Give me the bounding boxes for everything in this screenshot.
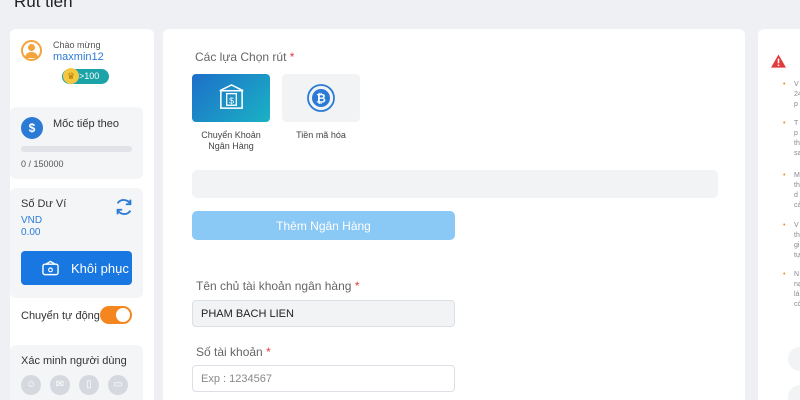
notice-bullet: • xyxy=(783,81,786,88)
bitcoin-icon: ₿ xyxy=(307,84,335,112)
bank-icon: $ xyxy=(219,84,244,109)
required-mark: * xyxy=(354,279,360,293)
svg-text:₿: ₿ xyxy=(316,92,326,106)
verify-panel: Xác minh người dùng ☺ ✉ ▯ ▭ xyxy=(10,345,143,400)
account-label-text: Số tài khoản xyxy=(196,345,263,359)
wallet-label: Số Dư Ví xyxy=(21,198,67,210)
holder-label: Tên chủ tài khoản ngân hàng * xyxy=(196,279,359,293)
notice-text: N nạ lá có xyxy=(794,271,800,308)
wallet-balance: 0.00 xyxy=(21,227,41,238)
auto-transfer-label: Chuyển tự động xyxy=(21,310,100,322)
notice-text: M th d cá xyxy=(794,172,800,209)
method-bank-transfer[interactable]: $ xyxy=(192,74,270,122)
email-verify-icon[interactable]: ✉ xyxy=(50,375,70,395)
notice-text: T p th sa xyxy=(794,120,800,157)
id-card-verify-icon[interactable]: ▭ xyxy=(108,375,128,395)
methods-label-text: Các lựa Chọn rút xyxy=(195,50,287,64)
milestone-label: Mốc tiếp theo xyxy=(53,118,120,130)
verify-label: Xác minh người dùng xyxy=(21,355,127,367)
holder-label-text: Tên chủ tài khoản ngân hàng xyxy=(196,279,352,293)
restore-button-label: Khôi phục xyxy=(71,260,129,276)
svg-text:$: $ xyxy=(229,95,234,105)
wallet-icon xyxy=(42,260,59,276)
required-mark: * xyxy=(266,345,271,359)
user-card: Chào mừng maxmin12 ♛ >100 xyxy=(10,29,154,85)
milestone-progress-text: 0 / 150000 xyxy=(21,159,64,169)
holder-name-input[interactable] xyxy=(192,300,455,327)
coin-icon: $ xyxy=(21,117,43,139)
side-action-button[interactable] xyxy=(788,347,800,371)
verify-icons: ☺ ✉ ▯ ▭ xyxy=(21,375,128,395)
notice-bullet: • xyxy=(783,271,786,278)
notice-panel: • V 24 p • T p th sa • M th d cá • V th gi tự • N… xyxy=(758,29,800,400)
user-avatar-icon[interactable] xyxy=(21,40,42,61)
required-mark: * xyxy=(289,50,295,64)
method-bank-transfer-label: Chuyển Khoản Ngân Hàng xyxy=(186,130,276,152)
vip-badge[interactable]: ♛ >100 xyxy=(62,68,109,84)
notice-text: V 24 p xyxy=(794,81,800,108)
wallet-panel: Số Dư Ví VND 0.00 Khôi phục xyxy=(10,188,143,298)
notice-bullet: • xyxy=(783,222,786,229)
phone-verify-icon[interactable]: ▯ xyxy=(79,375,99,395)
method-crypto[interactable]: ₿ xyxy=(282,74,360,122)
account-label: Số tài khoản * xyxy=(196,345,271,359)
vip-badge-text: >100 xyxy=(79,71,100,81)
milestone-panel: $ Mốc tiếp theo 0 / 150000 xyxy=(10,107,143,179)
username[interactable]: maxmin12 xyxy=(53,51,104,63)
account-number-input[interactable] xyxy=(192,365,455,392)
method-bank-transfer-label-line: Ngân Hàng xyxy=(208,141,254,151)
crown-icon: ♛ xyxy=(63,68,79,84)
refresh-icon[interactable] xyxy=(113,196,135,218)
user-verify-icon[interactable]: ☺ xyxy=(21,375,41,395)
side-action-button[interactable] xyxy=(788,385,800,400)
method-crypto-label: Tiền mã hóa xyxy=(296,130,346,140)
warning-icon xyxy=(771,54,786,68)
notice-bullet: • xyxy=(783,120,786,127)
method-bank-transfer-label-line: Chuyển Khoản xyxy=(201,130,261,140)
auto-transfer-row: Chuyển tự động xyxy=(10,301,143,331)
auto-transfer-toggle[interactable] xyxy=(100,306,132,324)
page-title: Rút tiền xyxy=(14,0,73,11)
wallet-currency: VND xyxy=(21,215,43,226)
milestone-progress-bar xyxy=(21,146,132,152)
notice-bullet: • xyxy=(783,172,786,179)
welcome-label: Chào mừng xyxy=(53,40,101,50)
withdraw-form: Các lựa Chọn rút * $ ₿ Chuyển Khoản Ngân … xyxy=(163,29,745,400)
notice-text: V th gi tự xyxy=(794,222,800,259)
bank-select[interactable] xyxy=(192,170,718,198)
methods-label: Các lựa Chọn rút * xyxy=(195,50,294,64)
add-bank-button[interactable]: Thêm Ngân Hàng xyxy=(192,211,455,240)
restore-button[interactable]: Khôi phục xyxy=(21,251,132,285)
